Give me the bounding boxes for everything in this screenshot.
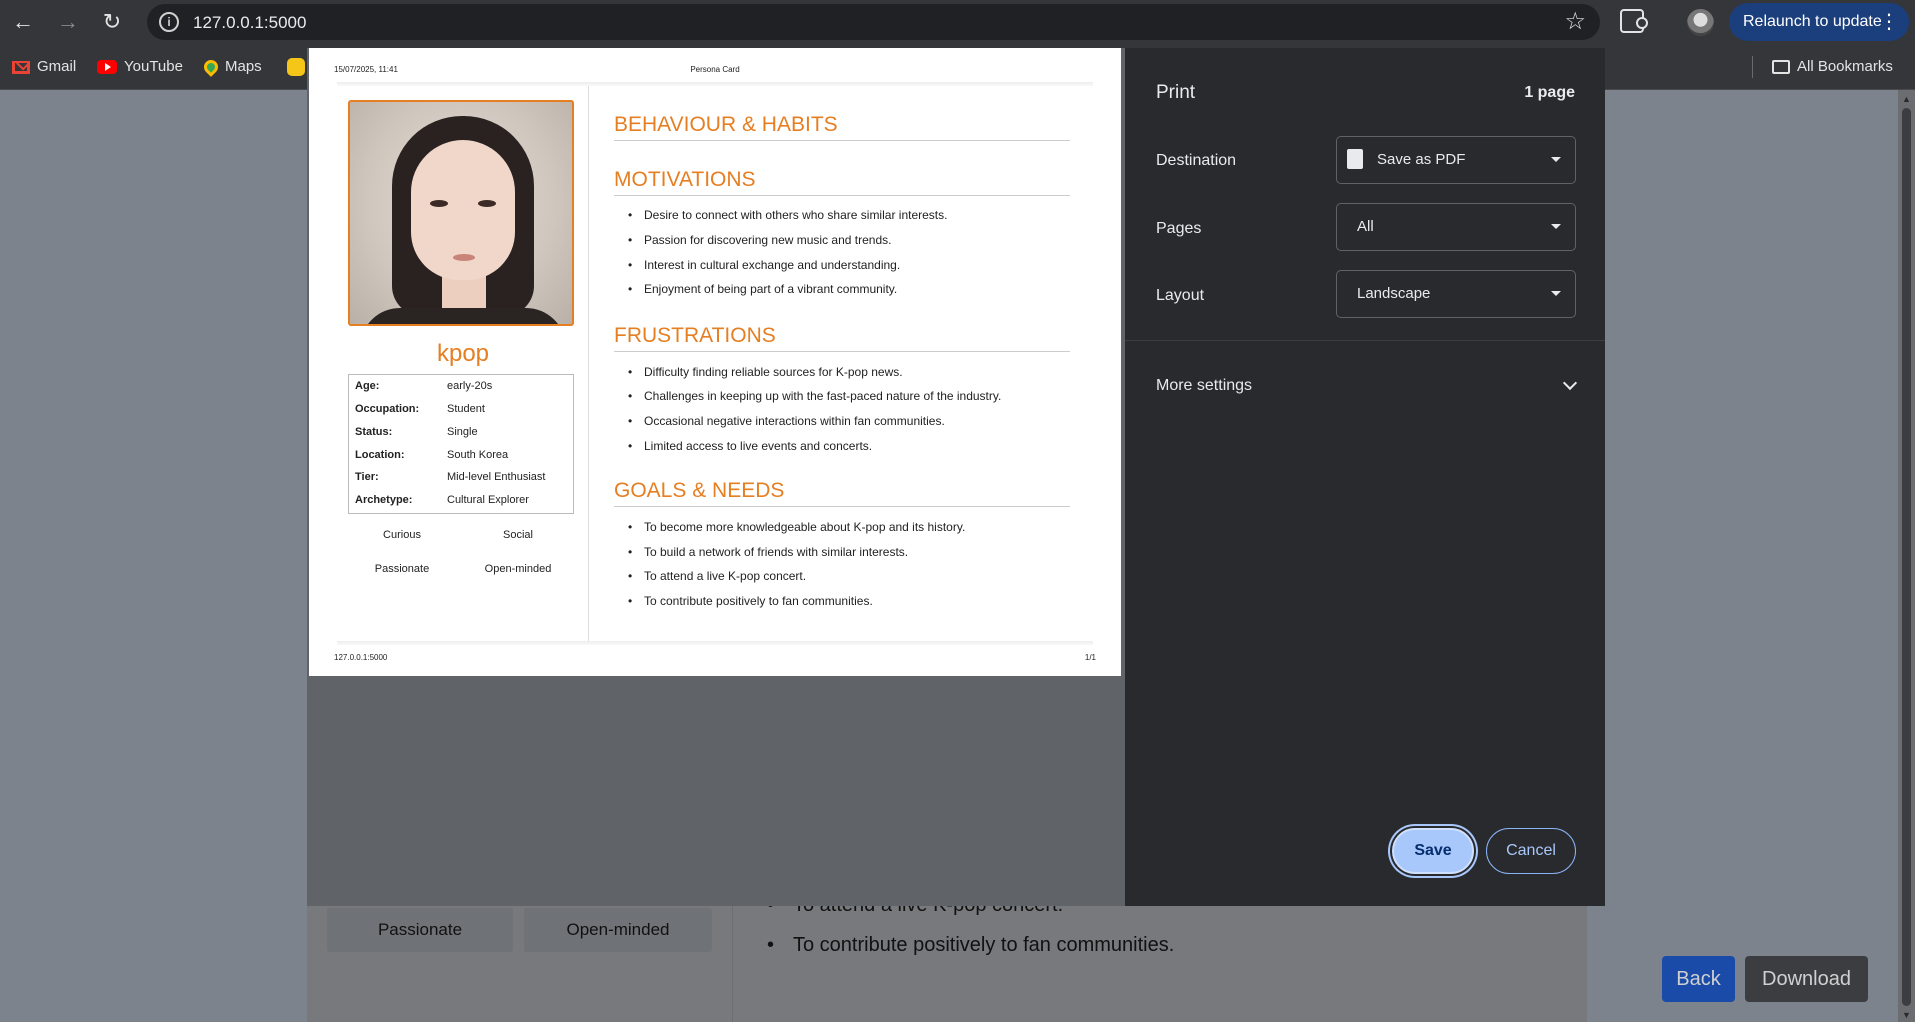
frustration-item: Challenges in keeping up with the fast-p… xyxy=(628,389,1001,403)
frustration-item: Occasional negative interactions within … xyxy=(628,414,945,428)
goal-item: To become more knowledgeable about K-pop… xyxy=(628,520,965,534)
bookmarks-separator xyxy=(1752,56,1753,78)
all-bookmarks-label: All Bookmarks xyxy=(1797,58,1893,75)
layout-label: Layout xyxy=(1156,287,1205,304)
persona-name: kpop xyxy=(436,340,490,367)
relaunch-button[interactable]: Relaunch to update ⋮ xyxy=(1729,3,1909,41)
section-title-motivations: MOTIVATIONS xyxy=(614,168,1070,196)
site-info-icon[interactable]: i xyxy=(159,12,179,32)
persona-sidebar: kpop Age: early-20s Occupation: Student St… xyxy=(337,86,589,642)
bookmark-youtube[interactable]: YouTube xyxy=(97,56,183,78)
motivation-item: Desire to connect with others who share … xyxy=(628,208,947,222)
trait-chip: Open-minded xyxy=(484,563,552,575)
trait-chip: Curious xyxy=(383,529,421,541)
page-count: 1 page xyxy=(1524,84,1575,101)
settings-divider xyxy=(1125,340,1605,341)
print-settings-panel: Print 1 page Destination Save as PDF Pag… xyxy=(1125,48,1605,906)
print-footer-page: 1/1 xyxy=(1084,653,1096,662)
forward-arrow-icon[interactable]: → xyxy=(52,6,84,38)
goal-item: To contribute positively to fan communit… xyxy=(628,594,873,608)
destination-select[interactable]: Save as PDF xyxy=(1336,136,1576,184)
dropdown-arrow-icon xyxy=(1551,157,1561,162)
motivation-item: Passion for discovering new music and tr… xyxy=(628,233,891,247)
menu-dots-icon[interactable]: ⋮ xyxy=(1879,3,1899,41)
file-icon xyxy=(1347,149,1363,169)
back-button[interactable]: Back xyxy=(1662,956,1735,1002)
save-button[interactable]: Save xyxy=(1392,828,1474,874)
frustration-item: Limited access to live events and concer… xyxy=(628,439,872,453)
section-title-goals: GOALS & NEEDS xyxy=(614,479,1070,507)
layout-value: Landscape xyxy=(1357,285,1431,302)
destination-label: Destination xyxy=(1156,152,1237,169)
section-title-frustrations: FRUSTRATIONS xyxy=(614,324,1070,352)
relaunch-label: Relaunch to update xyxy=(1743,13,1882,30)
all-bookmarks[interactable]: All Bookmarks xyxy=(1772,56,1893,78)
dropdown-arrow-icon xyxy=(1551,224,1561,229)
dropdown-arrow-icon xyxy=(1551,291,1561,296)
bookmark-label: Maps xyxy=(225,58,262,75)
motivation-item: Enjoyment of being part of a vibrant com… xyxy=(628,282,897,296)
bookmark-gmail[interactable]: Gmail xyxy=(12,56,76,78)
cancel-button[interactable]: Cancel xyxy=(1486,828,1576,874)
gmail-icon xyxy=(12,60,30,74)
more-settings-toggle[interactable]: More settings xyxy=(1156,377,1252,395)
chevron-down-icon[interactable] xyxy=(1562,375,1578,391)
section-title-behaviour: BEHAVIOUR & HABITS xyxy=(614,113,1070,141)
print-title: Print xyxy=(1156,82,1196,103)
bg-trait-chip: Open-minded xyxy=(524,908,712,952)
pages-select[interactable]: All xyxy=(1336,203,1576,251)
print-footer-url: 127.0.0.1:5000 xyxy=(334,653,388,662)
scroll-up-icon[interactable]: ▲ xyxy=(1902,94,1911,104)
bg-trait-chip: Passionate xyxy=(327,908,513,952)
layout-select[interactable]: Landscape xyxy=(1336,270,1576,318)
download-button[interactable]: Download xyxy=(1745,956,1868,1002)
bookmark-label: Gmail xyxy=(37,58,77,75)
back-arrow-icon[interactable]: ← xyxy=(7,6,39,38)
browser-toolbar: ← → ↻ i 127.0.0.1:5000 ☆ Relaunch to upd… xyxy=(0,0,1915,44)
trait-chip: Social xyxy=(503,529,533,541)
bookmark-label: YouTube xyxy=(124,58,183,75)
folder-icon xyxy=(1772,60,1790,75)
bookmark-star-icon[interactable]: ☆ xyxy=(1564,8,1586,36)
destination-value: Save as PDF xyxy=(1377,151,1466,168)
preview-page: 15/07/2025, 11:41 Persona Card kpop Age:… xyxy=(309,48,1121,676)
youtube-icon xyxy=(97,60,117,75)
maps-icon xyxy=(201,57,221,77)
persona-details-table: Age: early-20s Occupation: Student Status:… xyxy=(348,374,574,514)
reload-icon[interactable]: ↻ xyxy=(96,6,128,38)
scroll-down-icon[interactable]: ▼ xyxy=(1902,1010,1911,1020)
print-header-title: Persona Card xyxy=(690,65,740,74)
trait-chip: Passionate xyxy=(374,563,430,575)
bg-goal-item: To contribute positively to fan communit… xyxy=(767,934,1174,957)
goal-item: To attend a live K-pop concert. xyxy=(628,569,806,583)
extensions-icon[interactable] xyxy=(1620,9,1648,33)
address-bar[interactable]: i 127.0.0.1:5000 ☆ xyxy=(147,4,1600,40)
page-rule xyxy=(337,641,1093,645)
bookmark-site-icon xyxy=(287,58,305,77)
scrollbar-thumb[interactable] xyxy=(1902,108,1911,1006)
profile-avatar[interactable] xyxy=(1687,9,1714,36)
bookmark-maps[interactable]: Maps xyxy=(201,56,262,78)
page-scrollbar[interactable]: ▲ ▼ xyxy=(1898,90,1915,1022)
motivation-item: Interest in cultural exchange and unders… xyxy=(628,258,900,272)
url-text[interactable]: 127.0.0.1:5000 xyxy=(193,13,306,33)
frustration-item: Difficulty finding reliable sources for … xyxy=(628,365,903,379)
persona-photo xyxy=(348,100,574,326)
pages-label: Pages xyxy=(1156,220,1202,237)
pages-value: All xyxy=(1357,218,1374,235)
goal-item: To build a network of friends with simil… xyxy=(628,545,908,559)
